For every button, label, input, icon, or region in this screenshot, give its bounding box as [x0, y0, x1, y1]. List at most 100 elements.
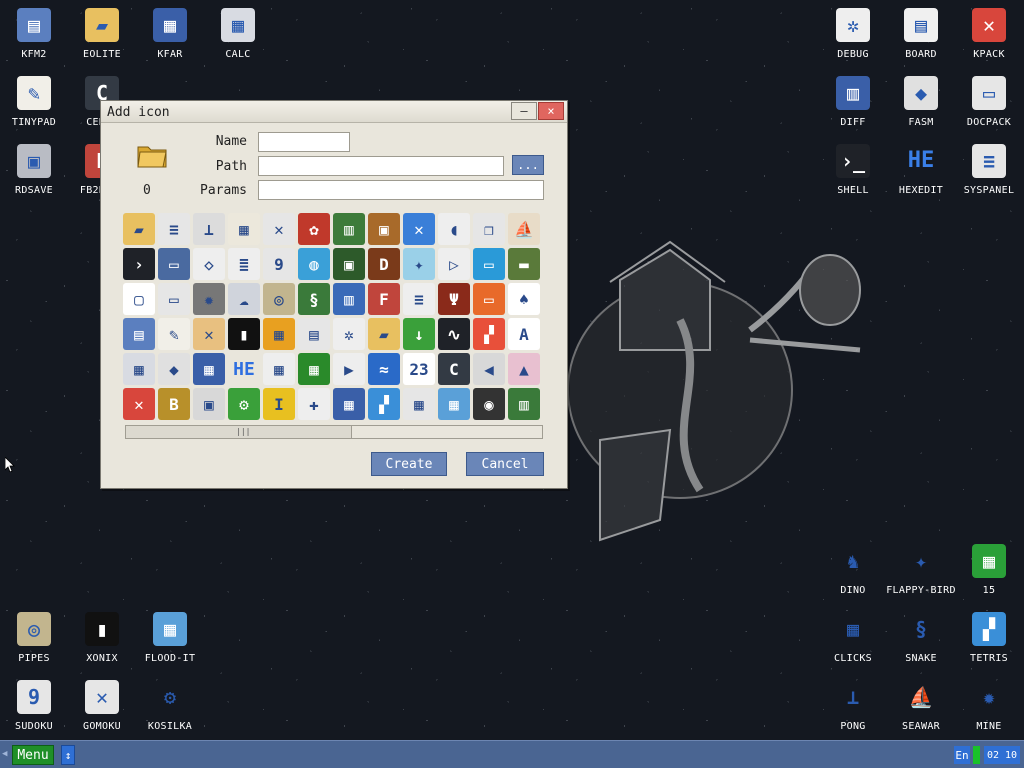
fifteen-icon[interactable]: ▦: [403, 388, 435, 420]
desktop-shortcut-shell[interactable]: ›_ SHELL: [819, 136, 887, 200]
floppy-icon[interactable]: ▤: [123, 318, 155, 350]
dialog-titlebar[interactable]: Add icon – ×: [101, 101, 567, 123]
kfar-icon[interactable]: ▦: [193, 353, 225, 385]
desktop-shortcut-pipes[interactable]: ◎ PIPES: [0, 604, 68, 668]
audio-icon[interactable]: ◉: [473, 388, 505, 420]
xonix-icon[interactable]: ▮: [228, 318, 260, 350]
desktop-shortcut-pong[interactable]: ⊥ PONG: [819, 672, 887, 736]
desktop-icon[interactable]: ▭: [473, 283, 505, 315]
desktop-shortcut-tetris[interactable]: ▞ TETRIS: [955, 604, 1023, 668]
window-icon[interactable]: ▢: [123, 283, 155, 315]
cabinet-icon[interactable]: ▭: [158, 283, 190, 315]
network-icon[interactable]: ✕: [403, 213, 435, 245]
calendar-icon[interactable]: 23: [403, 353, 435, 385]
gamepad-icon[interactable]: ✚: [298, 388, 330, 420]
browse-button[interactable]: ...: [512, 155, 544, 175]
desktop-shortcut-kfar[interactable]: ▦ KFAR: [136, 0, 204, 64]
pencil-icon[interactable]: ✕: [193, 318, 225, 350]
path-input[interactable]: [258, 156, 504, 176]
desktop-shortcut-seawar[interactable]: ⛵ SEAWAR: [887, 672, 955, 736]
desktop-shortcut-snake[interactable]: § SNAKE: [887, 604, 955, 668]
flood-icon[interactable]: ▦: [438, 388, 470, 420]
mouse-icon[interactable]: ◖: [438, 213, 470, 245]
table-icon[interactable]: ▦: [263, 353, 295, 385]
display-icon[interactable]: ▭: [473, 248, 505, 280]
open-folder-icon[interactable]: ▰: [368, 318, 400, 350]
list-icon[interactable]: ≡: [403, 283, 435, 315]
windows-icon[interactable]: ❐: [473, 213, 505, 245]
cards-icon[interactable]: ♠: [508, 283, 540, 315]
desktop-shortcut-flappy-bird[interactable]: ✦ FLAPPY-BIRD: [886, 536, 955, 600]
text-icon[interactable]: ≣: [228, 248, 260, 280]
code-icon[interactable]: C: [438, 353, 470, 385]
desktop-shortcut-docpack[interactable]: ▭ DOCPACK: [955, 68, 1023, 132]
fasm-icon[interactable]: ◆: [158, 353, 190, 385]
palette-icon[interactable]: ▞: [473, 318, 505, 350]
notepad-icon[interactable]: ✎: [158, 318, 190, 350]
desktop-shortcut-sudoku[interactable]: 9 SUDOKU: [0, 672, 68, 736]
bird-icon[interactable]: ✦: [403, 248, 435, 280]
archive-icon[interactable]: ▣: [368, 213, 400, 245]
chip-icon[interactable]: ▣: [333, 248, 365, 280]
desktop-shortcut-board[interactable]: ▤ BOARD: [887, 0, 955, 64]
icon-grid-scrollbar[interactable]: |||: [125, 425, 543, 439]
desktop-shortcut-hexedit[interactable]: HE HEXEDIT: [887, 136, 955, 200]
speaker-icon[interactable]: ◀: [473, 353, 505, 385]
desktop-shortcut-calc[interactable]: ▦ CALC: [204, 0, 272, 64]
cloud-icon[interactable]: ☁: [228, 283, 260, 315]
activity-icon[interactable]: ∿: [438, 318, 470, 350]
snake-icon[interactable]: §: [298, 283, 330, 315]
params-input[interactable]: [258, 180, 544, 200]
menu-button[interactable]: Menu: [12, 745, 54, 765]
folder-icon[interactable]: ▰: [123, 213, 155, 245]
desktop-shortcut-debug[interactable]: ✲ DEBUG: [819, 0, 887, 64]
graph-icon[interactable]: ◇: [193, 248, 225, 280]
mushroom-icon[interactable]: ✿: [298, 213, 330, 245]
cube-icon[interactable]: ▦: [263, 318, 295, 350]
desktop-shortcut-mine[interactable]: ✹ MINE: [955, 672, 1023, 736]
mine-icon[interactable]: ✹: [193, 283, 225, 315]
desktop-shortcut-rdsave[interactable]: ▣ RDSAVE: [0, 136, 68, 200]
terminal-icon[interactable]: ›: [123, 248, 155, 280]
desktop-shortcut-fasm[interactable]: ◆ FASM: [887, 68, 955, 132]
pipes-icon[interactable]: ◎: [263, 283, 295, 315]
name-input[interactable]: [258, 132, 350, 152]
desktop-shortcut-kosilka[interactable]: ⚙ KOSILKA: [136, 672, 204, 736]
globe-icon[interactable]: ◍: [298, 248, 330, 280]
minimize-button[interactable]: –: [511, 102, 537, 120]
font-icon[interactable]: A: [508, 318, 540, 350]
pong-icon[interactable]: ⊥: [193, 213, 225, 245]
dosbox-icon[interactable]: B: [158, 388, 190, 420]
desktop-shortcut-syspanel[interactable]: ≡ SYSPANEL: [955, 136, 1023, 200]
book-icon[interactable]: F: [368, 283, 400, 315]
image-icon[interactable]: ▲: [508, 353, 540, 385]
scrollbar-thumb[interactable]: |||: [126, 426, 352, 438]
hex-icon[interactable]: HE: [228, 353, 260, 385]
doom-icon[interactable]: D: [368, 248, 400, 280]
player-icon[interactable]: ▷: [438, 248, 470, 280]
ship-icon[interactable]: ⛵: [508, 213, 540, 245]
sea-icon[interactable]: ≈: [368, 353, 400, 385]
tools-icon[interactable]: ✕: [123, 388, 155, 420]
desktop-shortcut-eolite[interactable]: ▰ EOLITE: [68, 0, 136, 64]
tetris-icon[interactable]: ▞: [368, 388, 400, 420]
gomoku-icon[interactable]: ✕: [263, 213, 295, 245]
nic-icon[interactable]: ▥: [333, 283, 365, 315]
quake-icon[interactable]: Ψ: [438, 283, 470, 315]
irc-icon[interactable]: I: [263, 388, 295, 420]
mower-icon[interactable]: ⚙: [228, 388, 260, 420]
desktop-shortcut-diff[interactable]: ▥ DIFF: [819, 68, 887, 132]
desktop-shortcut-flood-it[interactable]: ▦ FLOOD-IT: [136, 604, 204, 668]
sliders-icon[interactable]: ≡: [158, 213, 190, 245]
desktop-shortcut-kfm2[interactable]: ▤ KFM2: [0, 0, 68, 64]
desktop-shortcut-xonix[interactable]: ▮ XONIX: [68, 604, 136, 668]
router-icon[interactable]: ▤: [298, 318, 330, 350]
sudoku-icon[interactable]: 9: [263, 248, 295, 280]
clicks-icon[interactable]: ▦: [228, 213, 260, 245]
blocks-icon[interactable]: ▦: [333, 388, 365, 420]
desktop-shortcut-tinypad[interactable]: ✎ TINYPAD: [0, 68, 68, 132]
desktop-shortcut-kpack[interactable]: ✕ KPACK: [955, 0, 1023, 64]
desktop-shortcut-15[interactable]: ▦ 15: [955, 536, 1023, 600]
desktop-shortcut-dino[interactable]: ♞ DINO: [819, 536, 887, 600]
ram-icon[interactable]: ▥: [333, 213, 365, 245]
